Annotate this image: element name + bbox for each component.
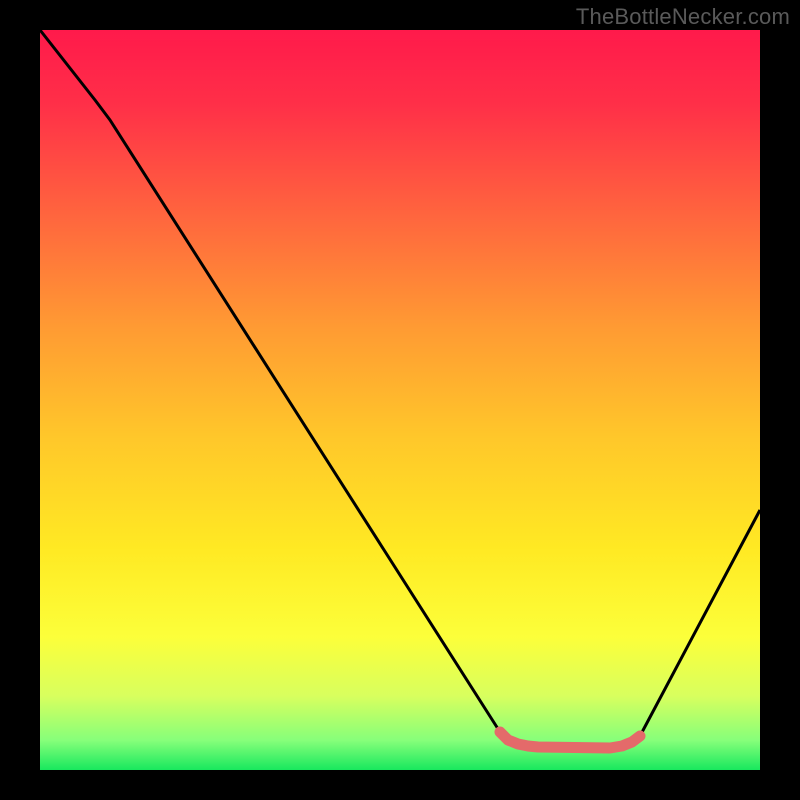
gradient-background — [40, 30, 760, 770]
plot-area — [40, 30, 760, 770]
chart-svg — [40, 30, 760, 770]
watermark-text: TheBottleNecker.com — [576, 4, 790, 30]
chart-frame: TheBottleNecker.com — [0, 0, 800, 800]
